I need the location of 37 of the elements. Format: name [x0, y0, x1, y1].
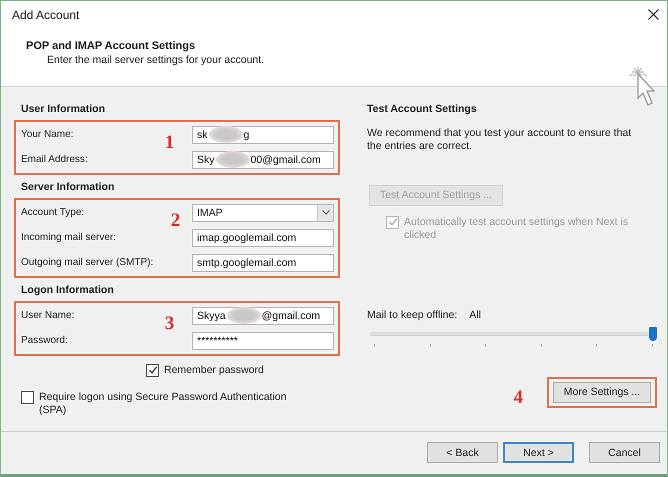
page-subtitle: Enter the mail server settings for your account.: [47, 54, 264, 66]
checkbox-label: Automatically test account settings when Next is clicked: [404, 216, 630, 242]
dialog-button[interactable]: < Back: [427, 442, 498, 464]
input-field[interactable]: Sky 00@gmail.com: [192, 150, 334, 169]
input-field[interactable]: sk g: [192, 126, 334, 144]
dialog-button[interactable]: Cancel: [589, 442, 660, 464]
slider-thumb[interactable]: [649, 326, 657, 341]
close-icon[interactable]: [648, 9, 659, 20]
input-field[interactable]: imap.googlemail.com: [192, 228, 334, 247]
checkbox[interactable]: [146, 364, 159, 377]
section-heading: Test Account Settings: [367, 102, 478, 116]
checkbox[interactable]: [21, 390, 34, 404]
offline-value: All: [469, 308, 481, 321]
chevron-down-icon[interactable]: [317, 204, 333, 221]
dialog-button[interactable]: Next >: [503, 442, 574, 464]
section-heading: Logon Information: [21, 284, 115, 297]
offline-label: Mail to keep offline:: [367, 308, 458, 321]
input-field[interactable]: smtp.googlemail.com: [192, 254, 334, 272]
more-settings-button[interactable]: More Settings ...: [553, 382, 651, 403]
field-label: Account Type:: [21, 207, 86, 218]
field-label: Password:: [21, 335, 69, 346]
annotation-number: 4: [514, 388, 523, 407]
checkbox-label: Remember password: [164, 364, 264, 377]
field-label: Outgoing mail server (SMTP):: [21, 257, 154, 268]
input-field[interactable]: **********: [192, 332, 334, 350]
field-label: User Name:: [21, 310, 76, 322]
dropdown[interactable]: IMAP: [192, 204, 334, 222]
field-label: Email Address:: [21, 154, 89, 166]
section-heading: User Information: [21, 102, 106, 116]
section-heading: Server Information: [21, 180, 116, 194]
field-label: Incoming mail server:: [21, 232, 118, 244]
checkbox-label: Require logon using Secure Password Authentication (SPA): [39, 390, 288, 417]
window-title: Add Account: [12, 8, 80, 22]
page-heading: POP and IMAP Account Settings: [26, 40, 196, 52]
input-field[interactable]: Skyya @gmail.com: [192, 306, 334, 325]
field-label: Your Name:: [21, 129, 74, 140]
description-text: We recommend that you test your account to ensure that the entries are correct.: [367, 126, 632, 153]
